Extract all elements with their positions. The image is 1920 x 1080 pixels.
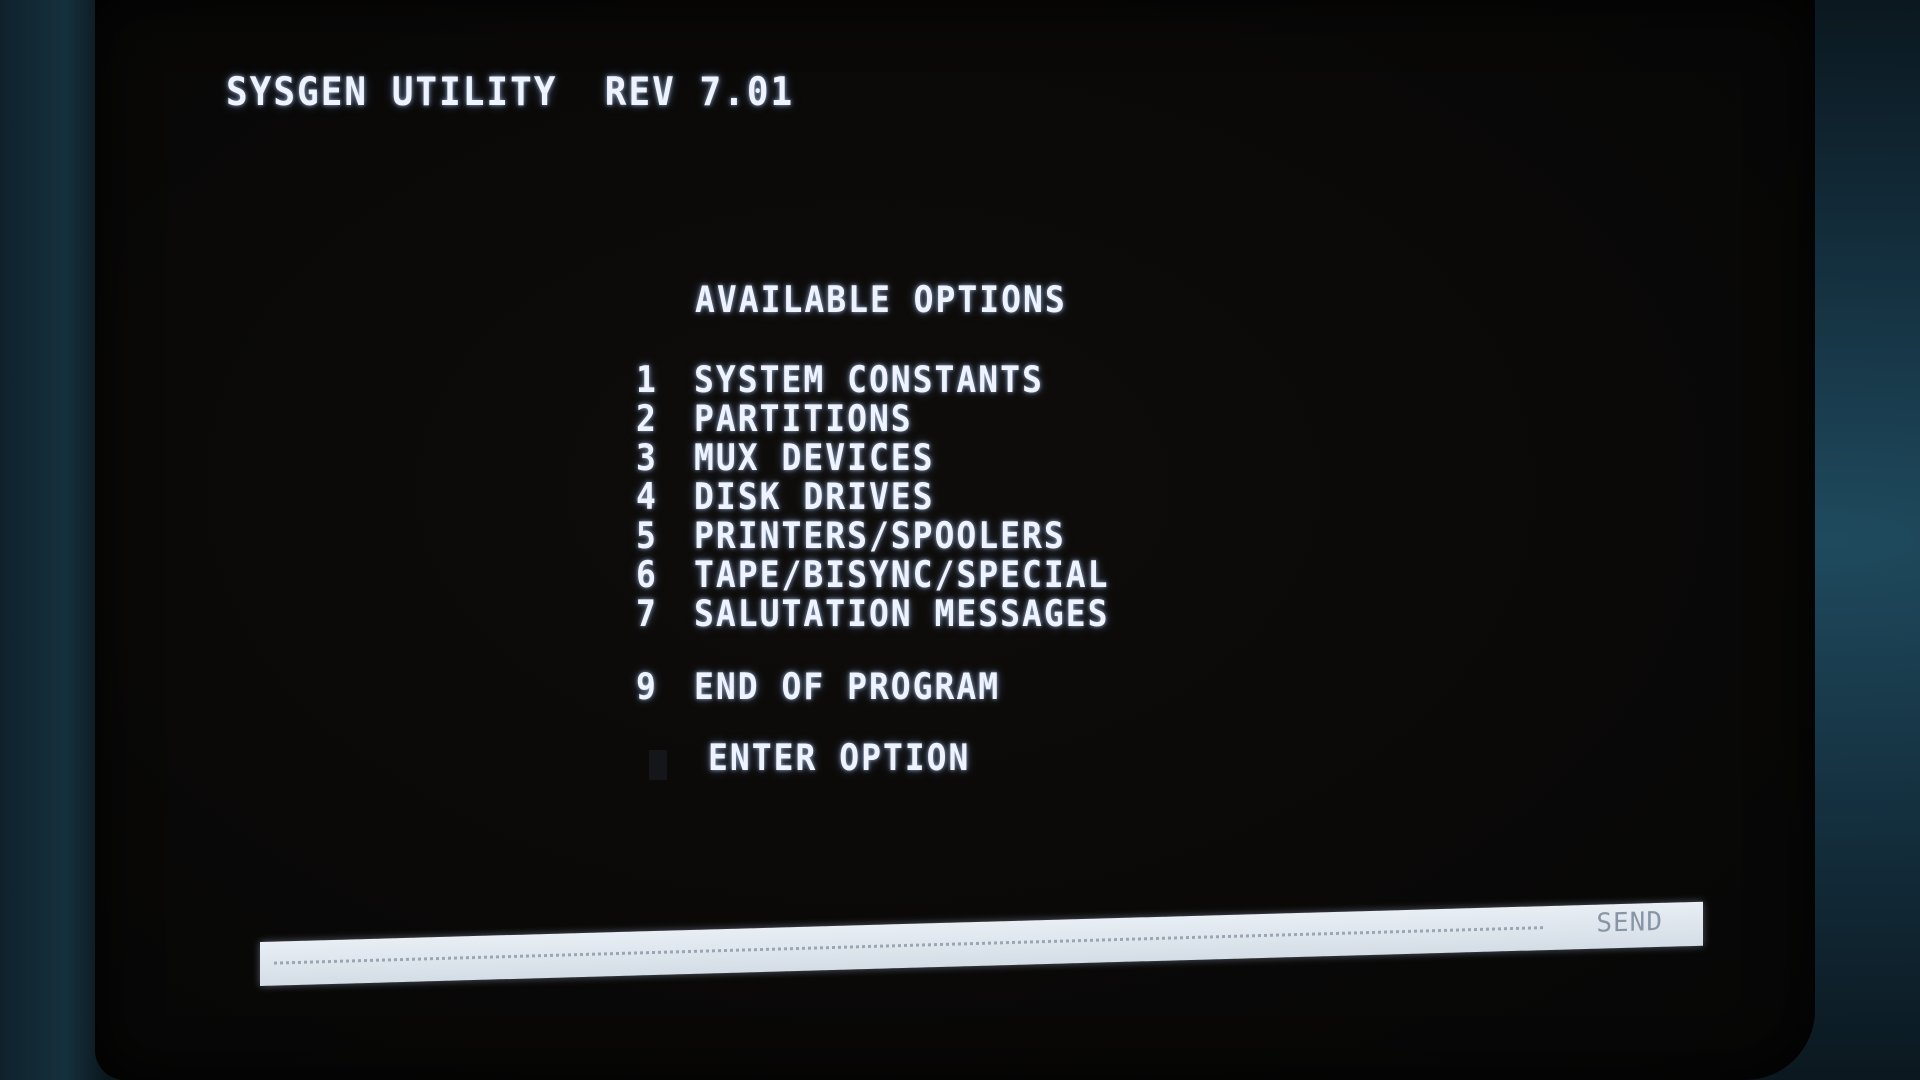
send-label: SEND <box>1596 906 1663 939</box>
app-title: SYSGEN UTILITY REV 7.01 <box>226 69 795 116</box>
menu-item-label: TAPE/BISYNC/SPECIAL <box>694 553 1110 596</box>
menu-item-number: 6 <box>636 553 656 596</box>
options-menu: 1 SYSTEM CONSTANTS 2 PARTITIONS 3 MUX DE… <box>636 358 1110 708</box>
menu-item-system-constants[interactable]: 1 SYSTEM CONSTANTS <box>636 358 1110 401</box>
menu-item-label: PARTITIONS <box>694 397 913 440</box>
menu-item-number: 7 <box>636 592 656 635</box>
menu-item-number: 1 <box>636 358 656 401</box>
menu-item-label: PRINTERS/SPOOLERS <box>694 514 1066 557</box>
menu-item-number: 2 <box>636 397 656 440</box>
menu-item-number: 9 <box>636 665 656 708</box>
menu-item-label: DISK DRIVES <box>694 475 935 518</box>
menu-item-mux-devices[interactable]: 3 MUX DEVICES <box>636 436 1110 479</box>
menu-item-number: 5 <box>636 514 656 557</box>
menu-item-end-of-program[interactable]: 9 END OF PROGRAM <box>636 665 1110 708</box>
menu-item-printers-spoolers[interactable]: 5 PRINTERS/SPOOLERS <box>636 514 1110 557</box>
menu-item-label: SYSTEM CONSTANTS <box>694 358 1044 401</box>
menu-item-label: END OF PROGRAM <box>694 665 1001 708</box>
menu-item-label: SALUTATION MESSAGES <box>694 592 1110 635</box>
monitor-bezel-left <box>0 0 110 1080</box>
menu-heading: AVAILABLE OPTIONS <box>695 278 1067 321</box>
menu-item-disk-drives[interactable]: 4 DISK DRIVES <box>636 475 1110 518</box>
menu-item-number: 4 <box>636 475 656 518</box>
menu-item-number: 3 <box>636 436 656 479</box>
menu-item-label: MUX DEVICES <box>694 436 935 479</box>
text-cursor[interactable] <box>649 750 667 780</box>
menu-item-partitions[interactable]: 2 PARTITIONS <box>636 397 1110 440</box>
menu-item-tape-bisync-special[interactable]: 6 TAPE/BISYNC/SPECIAL <box>636 553 1110 596</box>
menu-item-salutation-messages[interactable]: 7 SALUTATION MESSAGES <box>636 592 1110 635</box>
enter-option-prompt: ENTER OPTION <box>708 736 971 779</box>
